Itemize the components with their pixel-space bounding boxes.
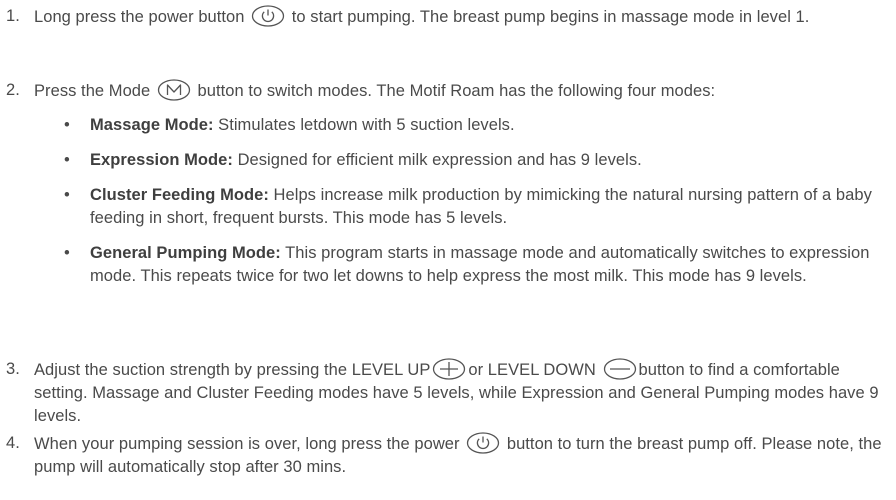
mode-label: Massage Mode: <box>90 116 214 134</box>
step-1: 1. Long press the power button to start … <box>0 5 890 29</box>
step-text: Adjust the suction strength by pressing … <box>34 358 890 428</box>
list-item: • General Pumping Mode: This program sta… <box>64 244 870 285</box>
step-number: 2. <box>6 81 20 99</box>
step-2: 2. Press the Mode button to switch modes… <box>0 79 890 103</box>
power-icon <box>251 5 285 27</box>
mode-label: Cluster Feeding Mode: <box>90 186 269 204</box>
step-text: When your pumping session is over, long … <box>34 432 890 479</box>
power-icon <box>466 432 500 454</box>
minus-icon <box>603 358 637 380</box>
mode-description: Stimulates letdown with 5 suction levels… <box>218 116 515 134</box>
mode-list: • Massage Mode: Stimulates letdown with … <box>0 114 890 300</box>
step-number: 3. <box>6 360 20 378</box>
step-number: 4. <box>6 434 20 452</box>
step-number: 1. <box>6 7 20 25</box>
list-item: • Expression Mode: Designed for efficien… <box>64 151 642 169</box>
mode-description: Designed for efficient milk expression a… <box>237 151 642 169</box>
instructions-page: 1. Long press the power button to start … <box>0 0 896 500</box>
step-4: 4. When your pumping session is over, lo… <box>0 432 890 479</box>
step-3: 3. Adjust the suction strength by pressi… <box>0 358 890 428</box>
mode-label: General Pumping Mode: <box>90 244 281 262</box>
list-item: • Cluster Feeding Mode: Helps increase m… <box>64 186 872 227</box>
step-text: Press the Mode button to switch modes. T… <box>34 79 890 103</box>
list-item: • Massage Mode: Stimulates letdown with … <box>64 116 515 134</box>
mode-label: Expression Mode: <box>90 151 233 169</box>
mode-m-icon <box>157 79 191 101</box>
plus-icon <box>432 358 466 380</box>
step-text: Long press the power button to start pum… <box>34 5 890 29</box>
